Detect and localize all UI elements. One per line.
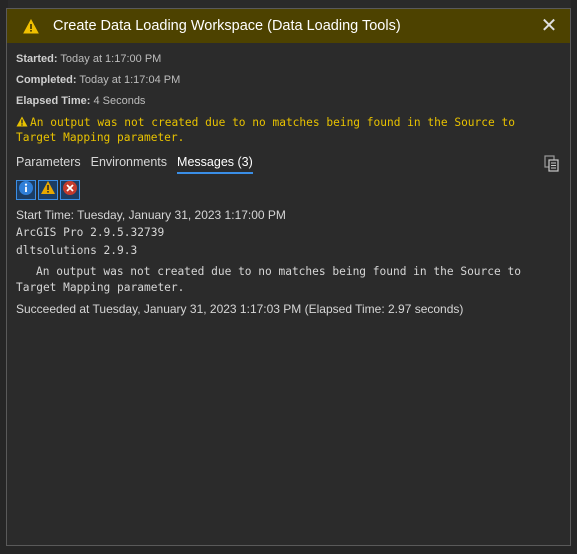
- popup-title: Create Data Loading Workspace (Data Load…: [53, 18, 401, 34]
- completed-row: Completed: Today at 1:17:04 PM: [16, 74, 180, 86]
- filter-error-button[interactable]: [60, 180, 80, 200]
- info-icon: [18, 180, 34, 201]
- warning-icon: [40, 180, 56, 200]
- tab-parameters[interactable]: Parameters: [16, 155, 81, 174]
- message-filters: [16, 180, 80, 200]
- filter-warning-button[interactable]: [38, 180, 58, 200]
- message-package-version: dltsolutions 2.9.3: [16, 244, 138, 257]
- message-succeeded: Succeeded at Tuesday, January 31, 2023 1…: [16, 302, 464, 316]
- elapsed-row: Elapsed Time: 4 Seconds: [16, 95, 145, 107]
- message-list: Start Time: Tuesday, January 31, 2023 1:…: [16, 207, 566, 317]
- tab-messages[interactable]: Messages (3): [177, 155, 253, 174]
- background-window-bottom: [0, 546, 577, 554]
- copy-icon[interactable]: [544, 155, 562, 173]
- completed-value: Today at 1:17:04 PM: [79, 74, 181, 86]
- elapsed-label: Elapsed Time:: [16, 95, 91, 107]
- close-button[interactable]: ✕: [538, 15, 560, 37]
- filter-info-button[interactable]: [16, 180, 36, 200]
- result-tabs: Parameters Environments Messages (3): [16, 155, 263, 174]
- completed-label: Completed:: [16, 74, 77, 86]
- tab-environments[interactable]: Environments: [91, 155, 167, 174]
- message-app-version: ArcGIS Pro 2.9.5.32739: [16, 226, 165, 239]
- started-value: Today at 1:17:00 PM: [60, 53, 162, 65]
- message-start-time: Start Time: Tuesday, January 31, 2023 1:…: [16, 208, 286, 222]
- error-icon: [62, 180, 78, 201]
- close-icon: ✕: [540, 15, 558, 37]
- warning-message: An output was not created due to no matc…: [16, 116, 556, 145]
- popup-title-bar: Create Data Loading Workspace (Data Load…: [7, 9, 570, 43]
- elapsed-value: 4 Seconds: [93, 95, 146, 107]
- background-window-top: [0, 0, 577, 8]
- message-warning: An output was not created due to no matc…: [16, 265, 521, 294]
- warning-text: An output was not created due to no matc…: [16, 116, 515, 144]
- warning-icon: [16, 116, 28, 131]
- started-row: Started: Today at 1:17:00 PM: [16, 53, 161, 65]
- background-window-right: [571, 0, 577, 554]
- geoprocessing-result-popup: Create Data Loading Workspace (Data Load…: [6, 8, 571, 546]
- started-label: Started:: [16, 53, 58, 65]
- warning-icon: [22, 17, 40, 35]
